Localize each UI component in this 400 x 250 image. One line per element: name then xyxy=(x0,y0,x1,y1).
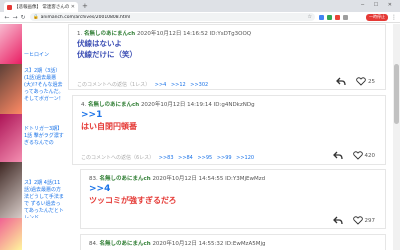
browser-toolbar: ← → ↻ 🔒 animanch.com/archives/20010808.h… xyxy=(0,12,400,23)
forward-icon[interactable]: → xyxy=(11,14,19,21)
comment-anchor-link[interactable]: >>4 xyxy=(89,184,177,195)
extension-icon[interactable] xyxy=(327,14,332,20)
reply-link[interactable]: >>302 xyxy=(190,82,208,88)
comment-number: 1. xyxy=(77,31,83,37)
comment-line: 伏線はないよ xyxy=(77,39,122,48)
related-article-item[interactable]: ス】2期 4話(11話)過去最悪の方法どうして手法まで ずるい過去ってあったんだ… xyxy=(0,162,65,218)
comment-line: 伏線だけに（笑） xyxy=(77,50,137,59)
extensions-area xyxy=(319,14,348,20)
like-button[interactable]: 297 xyxy=(352,216,376,225)
extension-icon[interactable] xyxy=(343,14,348,20)
reply-link[interactable]: >>84 xyxy=(178,155,193,161)
comment-actions: 25 xyxy=(336,77,375,86)
reply-link[interactable]: >>12 xyxy=(171,82,186,88)
browser-tab-bar: 【悲報画像】 常連客さんの返信がツッコミ ✕ + ─ ☐ ✕ xyxy=(0,0,400,12)
comment-number: 84. xyxy=(89,241,98,247)
article-title: ドトリガー3期】1話 撃がラグ濃すぎるなんでの xyxy=(24,126,64,146)
heart-icon xyxy=(352,151,363,160)
browser-tab[interactable]: 【悲報画像】 常連客さんの返信がツッコミ ✕ xyxy=(4,2,78,12)
scrollbar-thumb[interactable] xyxy=(394,64,399,124)
bookmark-star-icon[interactable]: ☆ xyxy=(308,14,312,20)
reply-link[interactable]: >>99 xyxy=(217,155,232,161)
replies-label: このコメントへの返信（6レス） xyxy=(81,155,155,161)
reload-icon[interactable]: ↻ xyxy=(19,14,27,21)
like-count: 297 xyxy=(364,217,376,224)
comment-header: 4. 名無しのあにまんch 2020年10月12日 14:19:14 ID:g4… xyxy=(81,100,255,108)
comment: 1. 名無しのあにまんch 2020年10月12日 14:16:52 ID:Ys… xyxy=(68,24,386,90)
replies-label: このコメントへの返信（1レス） xyxy=(77,82,151,88)
comment-anchor-link[interactable]: >>1 xyxy=(81,110,137,121)
comment-replies: このコメントへの返信（1レス） >>4 >>12 >>302 xyxy=(77,81,208,88)
comment-header: 1. 名無しのあにまんch 2020年10月12日 14:16:52 ID:Ys… xyxy=(77,29,251,37)
new-tab-icon[interactable]: + xyxy=(82,2,88,10)
extension-icon[interactable] xyxy=(335,14,340,20)
site-favicon-icon xyxy=(7,4,12,10)
comment-date: 2020年10月12日 14:54:55 ID:Y3MjEwMzd xyxy=(152,176,266,182)
related-article-item[interactable]: ーヒロイン xyxy=(0,24,65,64)
related-article-item[interactable]: ス】2期（3話）(1話)過去最悪(大)!?そんな過去ってあったんだ。そしてボガー… xyxy=(0,64,65,114)
url-text: animanch.com/archives/20010808.html xyxy=(40,14,131,20)
comment-line: ツッコミが強すぎるだろ xyxy=(89,196,177,205)
like-count: 25 xyxy=(368,78,375,85)
comment-date: 2020年10月12日 14:19:14 ID:g4NDkzNDg xyxy=(140,102,255,108)
reply-link[interactable]: >>83 xyxy=(159,155,174,161)
article-thumbnail xyxy=(0,162,22,218)
reply-link[interactable]: >>4 xyxy=(155,82,167,88)
comment-author: 名無しのあにまんch xyxy=(99,241,151,247)
window-controls[interactable]: ─ ☐ ✕ xyxy=(361,2,396,8)
comment-replies: このコメントへの返信（6レス） >>83 >>84 >>95 >>99 >>12… xyxy=(81,154,254,161)
reply-icon[interactable] xyxy=(332,216,343,225)
article-title: ーヒロイン xyxy=(24,52,50,58)
like-button[interactable]: 25 xyxy=(356,77,375,86)
comment-author: 名無しのあにまんch xyxy=(84,31,136,37)
menu-dots-icon[interactable]: ⋮ xyxy=(391,14,397,21)
comment-body: >>4 ツッコミが強すぎるだろ xyxy=(89,184,177,206)
reply-icon[interactable] xyxy=(336,77,346,86)
article-thumbnail xyxy=(0,218,22,250)
address-bar[interactable]: 🔒 animanch.com/archives/20010808.html ☆ xyxy=(30,13,315,21)
reply-icon[interactable] xyxy=(332,151,343,160)
comment-number: 4. xyxy=(81,102,87,108)
heart-icon xyxy=(356,77,366,86)
related-article-item[interactable]: ドトリガー3期】1話 撃がラグ濃すぎるなんでの xyxy=(0,114,65,162)
back-icon[interactable]: ← xyxy=(3,14,11,21)
article-thumbnail xyxy=(0,24,22,64)
article-thumbnail xyxy=(0,64,22,114)
comment-date: 2020年10月12日 14:55:32 ID:EwMzA5Mjg xyxy=(152,241,266,247)
article-title: ス】2期（3話）(1話)過去最悪(大)!?そんな過去ってあったんだ。そしてボガー… xyxy=(24,68,64,102)
comment-header: 84. 名無しのあにまんch 2020年10月12日 14:55:32 ID:E… xyxy=(89,239,265,247)
comment-body: >>1 はい自閉円頓番 xyxy=(81,110,137,132)
article-title: ス】2期 4話(11話)過去最悪の方法どうして手法まで ずるい過去ってあったんだ… xyxy=(24,180,64,218)
heart-icon xyxy=(352,216,363,225)
comment-actions: 420 xyxy=(332,151,376,160)
tab-title: 【悲報画像】 常連客さんの返信がツッコミ xyxy=(14,5,69,10)
reply-link[interactable]: >>120 xyxy=(236,155,254,161)
related-article-item[interactable] xyxy=(0,218,65,250)
comment-body: 伏線はないよ 伏線だけに（笑） xyxy=(77,38,137,60)
comment-header: 83. 名無しのあにまんch 2020年10月12日 14:54:55 ID:Y… xyxy=(89,174,265,182)
page-scrollbar[interactable] xyxy=(393,24,400,250)
comment-actions: 297 xyxy=(332,216,376,225)
close-tab-icon[interactable]: ✕ xyxy=(71,4,75,10)
related-articles-sidebar: ーヒロイン ス】2期（3話）(1話)過去最悪(大)!?そんな過去ってあったんだ。… xyxy=(0,24,65,250)
article-thumbnail xyxy=(0,114,22,162)
comment-number: 83. xyxy=(89,176,98,182)
like-button[interactable]: 420 xyxy=(352,151,376,160)
comment-author: 名無しのあにまんch xyxy=(99,176,151,182)
comments-section: 1. 名無しのあにまんch 2020年10月12日 14:16:52 ID:Ys… xyxy=(68,24,400,250)
comment-line: はい自閉円頓番 xyxy=(81,122,137,131)
comment: 4. 名無しのあにまんch 2020年10月12日 14:19:14 ID:g4… xyxy=(72,95,386,165)
comment-author: 名無しのあにまんch xyxy=(88,102,140,108)
comment-date: 2020年10月12日 14:16:52 ID:YsDTg3OOQ xyxy=(136,31,252,37)
like-count: 420 xyxy=(364,152,376,159)
lock-icon: 🔒 xyxy=(33,14,39,20)
extension-icon[interactable] xyxy=(319,14,324,20)
comment: 83. 名無しのあにまんch 2020年10月12日 14:54:55 ID:Y… xyxy=(80,169,386,229)
profile-paused-button[interactable]: 一時停止 xyxy=(366,13,388,21)
reply-link[interactable]: >>95 xyxy=(197,155,212,161)
comment: 84. 名無しのあにまんch 2020年10月12日 14:55:32 ID:E… xyxy=(80,234,386,250)
